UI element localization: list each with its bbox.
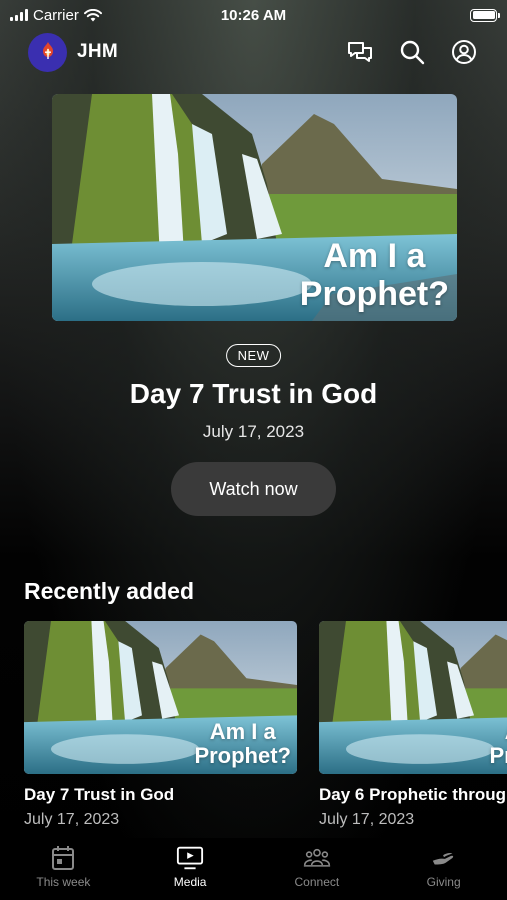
brand[interactable]: JHM	[28, 32, 119, 72]
tv-play-icon	[176, 844, 204, 872]
media-card-date: July 17, 2023	[319, 811, 415, 828]
media-card-title: Day 6 Prophetic through	[319, 785, 507, 804]
tab-media[interactable]: Media	[127, 838, 254, 900]
giving-hand-icon	[430, 844, 458, 872]
brand-name: JHM	[77, 41, 119, 62]
thumbnail-caption-line2: Prophet?	[299, 274, 449, 313]
status-left: Carrier	[10, 7, 102, 24]
calendar-icon	[49, 844, 77, 872]
carrier-label: Carrier	[33, 6, 79, 24]
bottom-tab-bar: This week Media Connect Giving	[0, 838, 507, 900]
recently-added-heading: Recently added	[24, 578, 194, 604]
thumbnail-caption: Am I a Prophet?	[194, 718, 291, 769]
header-actions	[345, 37, 479, 67]
thumbnail-caption-line1: Am I a	[489, 719, 507, 745]
media-card-date: July 17, 2023	[24, 811, 120, 828]
people-icon	[303, 844, 331, 872]
tab-label: This week	[36, 875, 91, 889]
battery-icon	[470, 8, 500, 22]
thumbnail-caption: Am I a Prophet?	[489, 719, 507, 769]
featured-thumbnail[interactable]: Am I a Prophet?	[52, 94, 457, 321]
tab-label: Giving	[426, 875, 461, 889]
thumbnail-caption-line2: Prophet?	[194, 743, 291, 769]
media-card[interactable]: Am I a Prophet? Day 7 Trust in God July …	[24, 621, 297, 829]
watch-now-button[interactable]: Watch now	[171, 462, 336, 516]
profile-icon[interactable]	[449, 37, 479, 67]
church-logo-icon	[28, 32, 67, 72]
new-badge: NEW	[225, 344, 282, 367]
status-bar: Carrier 10:26 AM	[0, 0, 507, 30]
thumbnail-caption-line2: Prophet?	[489, 743, 507, 769]
chat-icon[interactable]	[345, 37, 375, 67]
waterfall-landscape-image	[319, 621, 507, 774]
tab-connect[interactable]: Connect	[254, 838, 381, 900]
recently-added-carousel[interactable]: Am I a Prophet? Day 7 Trust in God July …	[24, 621, 507, 831]
app-screen: Carrier 10:26 AM JHM Am I a Prophet? NEW…	[0, 0, 507, 900]
app-header: JHM	[28, 32, 479, 72]
tab-giving[interactable]: Giving	[380, 838, 507, 900]
media-card[interactable]: Am I a Prophet? Day 6 Prophetic through …	[319, 621, 507, 829]
tab-label: Media	[173, 875, 207, 889]
tab-label: Connect	[294, 875, 340, 889]
media-card-thumbnail: Am I a Prophet?	[24, 621, 297, 774]
search-icon[interactable]	[397, 37, 427, 67]
tab-this-week[interactable]: This week	[0, 838, 127, 900]
thumbnail-caption: Am I a Prophet?	[300, 237, 449, 313]
signal-icon	[10, 9, 28, 21]
media-card-title: Day 7 Trust in God	[24, 785, 175, 804]
featured-title: Day 7 Trust in God	[129, 378, 378, 409]
thumbnail-caption-line1: Am I a	[209, 718, 276, 744]
media-card-thumbnail: Am I a Prophet?	[319, 621, 507, 774]
thumbnail-caption-line1: Am I a	[323, 236, 426, 275]
wifi-icon	[83, 8, 102, 21]
featured-date: July 17, 2023	[202, 422, 305, 441]
